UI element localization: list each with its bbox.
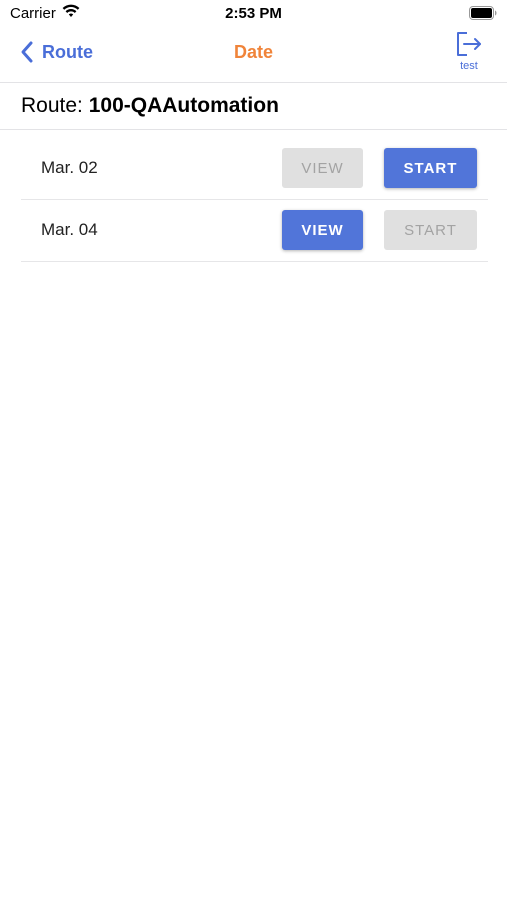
route-header: Route: 100-QAAutomation [0,83,507,130]
view-button[interactable]: VIEW [282,210,363,250]
date-label: Mar. 02 [41,158,98,177]
back-button[interactable]: Route [20,40,93,64]
date-row-mar-02: Mar. 02 VIEW START [21,138,488,200]
date-list: Mar. 02 VIEW START Mar. 04 VIEW START [21,138,488,262]
start-button[interactable]: START [384,210,477,250]
route-prefix: Route: [21,94,89,117]
back-button-label: Route [42,41,93,62]
start-button[interactable]: START [384,148,477,188]
route-name: 100-QAAutomation [88,94,279,117]
chevron-left-icon [21,41,33,63]
navigation-bar: Route Date test [0,28,507,83]
date-label: Mar. 04 [41,220,98,239]
status-bar: Carrier 2:53 PM [0,0,507,28]
view-button[interactable]: VIEW [282,148,363,188]
battery-icon [469,6,497,20]
logout-user-label: test [460,60,478,72]
logout-button[interactable]: test [451,28,487,78]
clock: 2:53 PM [225,5,282,22]
route-header-text: Route: 100-QAAutomation [21,94,279,118]
date-row-mar-04: Mar. 04 VIEW START [21,200,488,262]
logout-icon [457,32,481,56]
